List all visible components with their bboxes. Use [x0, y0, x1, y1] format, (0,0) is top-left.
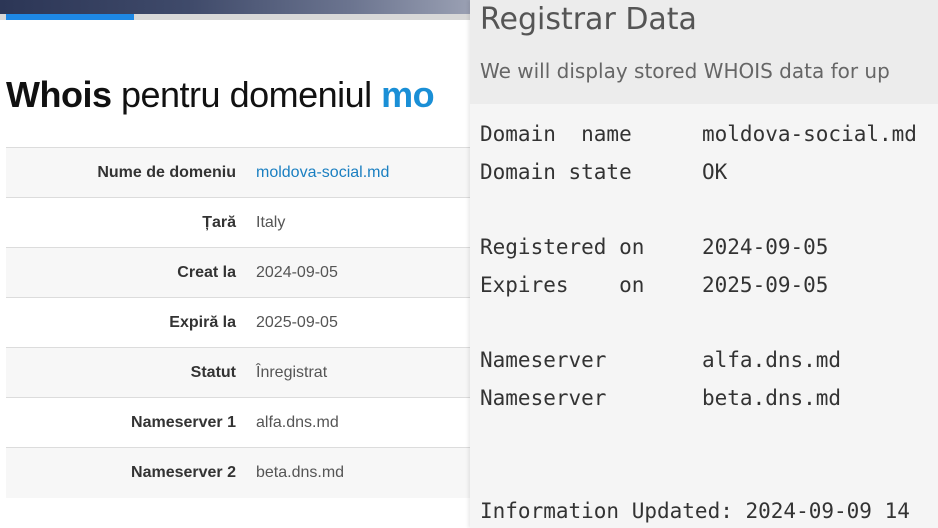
raw-value: 2024-09-05	[702, 235, 829, 259]
raw-value: alfa.dns.md	[702, 348, 842, 372]
table-row-status: Statut Înregistrat	[6, 347, 470, 398]
information-updated: Information Updated: 2024-09-09 14	[480, 499, 910, 523]
registrar-subtitle: We will display stored WHOIS data for up	[480, 59, 890, 83]
raw-value: OK	[702, 160, 728, 184]
raw-value: 2025-09-05	[702, 273, 829, 297]
page-title-bold: Whois	[6, 74, 112, 115]
raw-value: beta.dns.md	[702, 386, 842, 410]
page-title: Whois pentru domeniul mo	[6, 74, 435, 116]
table-row-nameserver-1: Nameserver 1 alfa.dns.md	[6, 397, 470, 448]
raw-label: Domain state	[480, 160, 632, 184]
raw-value: moldova-social.md	[702, 122, 917, 146]
registrar-title: Registrar Data	[480, 2, 697, 37]
table-row-expires: Expiră la 2025-09-05	[6, 297, 470, 348]
row-label: Expiră la	[169, 313, 236, 331]
row-label: Nameserver 2	[131, 463, 236, 481]
whois-info-table: Nume de domeniu moldova-social.md Țară I…	[6, 147, 470, 498]
registrar-data-panel: Registrar Data We will display stored WH…	[470, 0, 938, 528]
raw-line-expires: Expires on 2025-09-05	[480, 272, 828, 298]
table-row-country: Țară Italy	[6, 197, 470, 248]
page-title-domain: mo	[381, 74, 435, 115]
row-value: Italy	[256, 213, 286, 231]
row-value: 2025-09-05	[256, 313, 338, 331]
page-title-text: pentru domeniul	[111, 74, 382, 115]
whois-page-panel: Whois pentru domeniul mo Nume de domeniu…	[0, 0, 470, 528]
raw-label: Nameserver	[480, 386, 607, 410]
raw-label: Expires on	[480, 273, 645, 297]
row-value: 2024-09-05	[256, 263, 338, 281]
row-label: Nume de domeniu	[97, 163, 236, 181]
raw-line-domain-name: Domain name moldova-social.md	[480, 121, 917, 147]
raw-label: Nameserver	[480, 348, 607, 372]
row-label: Creat la	[177, 263, 236, 281]
raw-label: Registered on	[480, 235, 645, 259]
raw-line-nameserver-2: Nameserver beta.dns.md	[480, 385, 841, 411]
row-label: Țară	[202, 213, 236, 231]
registrar-header: Registrar Data We will display stored WH…	[470, 0, 938, 104]
row-value: Înregistrat	[256, 363, 328, 381]
raw-label: Domain name	[480, 122, 632, 146]
domain-link[interactable]: moldova-social.md	[256, 148, 470, 198]
nav-tab-active-indicator[interactable]	[6, 14, 134, 20]
row-value: alfa.dns.md	[256, 413, 339, 431]
row-label: Statut	[190, 363, 236, 381]
row-value: beta.dns.md	[256, 463, 345, 481]
raw-line-nameserver-1: Nameserver alfa.dns.md	[480, 347, 841, 373]
table-row-created: Creat la 2024-09-05	[6, 247, 470, 298]
raw-line-registered: Registered on 2024-09-05	[480, 234, 828, 260]
table-row-domain-name: Nume de domeniu moldova-social.md	[6, 147, 470, 198]
table-row-nameserver-2: Nameserver 2 beta.dns.md	[6, 447, 470, 498]
raw-line-domain-state: Domain state OK	[480, 159, 727, 185]
row-label: Nameserver 1	[131, 413, 236, 431]
